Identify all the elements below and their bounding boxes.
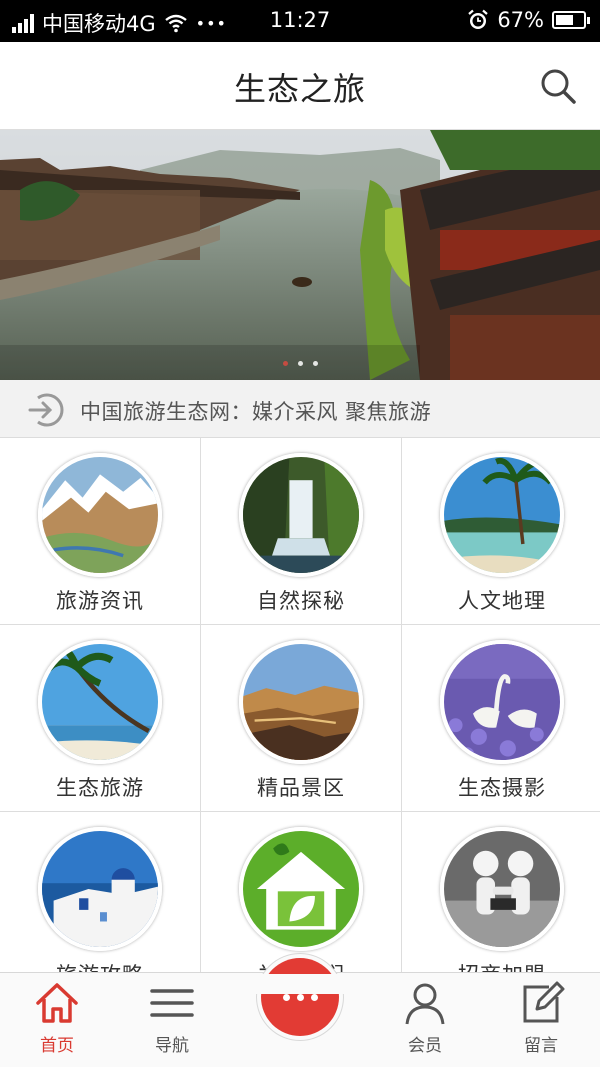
notice-bar[interactable]: 中国旅游生态网：媒介采风 聚焦旅游 [0, 380, 600, 438]
travel-news-thumbnail [38, 453, 162, 577]
grid-item-eco-photography[interactable]: 生态摄影 [402, 625, 600, 811]
tab-label: 导航 [155, 1036, 189, 1056]
grid-item-label: 生态旅游 [56, 776, 144, 800]
tab-message[interactable]: 留言 [486, 979, 596, 1056]
grid-item-eco-tourism[interactable]: 生态旅游 [0, 625, 200, 811]
culture-geography-thumbnail [440, 453, 564, 577]
franchise-thumbnail [440, 827, 564, 951]
grid-item-franchise[interactable]: 招商加盟 [402, 812, 600, 998]
search-icon[interactable] [538, 66, 578, 106]
carousel-dot[interactable] [282, 361, 288, 366]
app-header: 生态之旅 [0, 42, 600, 130]
edit-icon [523, 981, 565, 1023]
travel-guide-thumbnail [38, 827, 162, 951]
banner-carousel[interactable] [0, 130, 600, 380]
banner-image [0, 130, 600, 380]
grid-item-travel-guide[interactable]: 旅游攻略 [0, 812, 200, 998]
grid-item-nature[interactable]: 自然探秘 [201, 438, 401, 624]
grid-item-label: 自然探秘 [257, 589, 345, 613]
user-icon [405, 983, 445, 1025]
category-grid: 旅游资讯 自然探秘 人文地理 生态旅游 精品景区 生态摄影 旅游攻略 [0, 438, 600, 998]
grid-item-label: 人文地理 [458, 589, 546, 613]
battery-icon [552, 11, 590, 29]
battery-percent: 67% [497, 8, 544, 32]
tab-label: 留言 [524, 1036, 558, 1056]
notice-text: 中国旅游生态网：媒介采风 聚焦旅游 [80, 400, 432, 424]
tab-label: 会员 [408, 1036, 442, 1056]
home-icon [36, 983, 78, 1023]
tab-home[interactable]: 首页 [2, 979, 112, 1056]
bottom-tab-bar: 首页 导航 会员 留言 [0, 953, 600, 1067]
tab-label: 首页 [40, 1036, 74, 1056]
grid-item-label: 旅游资讯 [56, 589, 144, 613]
eco-tourism-thumbnail [38, 640, 162, 764]
grid-item-travel-news[interactable]: 旅游资讯 [0, 438, 200, 624]
menu-icon [150, 989, 194, 1017]
tab-member[interactable]: 会员 [370, 979, 480, 1056]
about-us-thumbnail [239, 827, 363, 951]
more-dots-icon [261, 958, 339, 1036]
carousel-dots [0, 361, 600, 366]
nature-thumbnail [239, 453, 363, 577]
page-title: 生态之旅 [233, 70, 366, 108]
grid-item-scenic-spots[interactable]: 精品景区 [201, 625, 401, 811]
tab-navigation[interactable]: 导航 [117, 979, 227, 1056]
grid-item-label: 生态摄影 [458, 776, 546, 800]
alarm-icon [468, 9, 489, 29]
more-button-mask [250, 974, 350, 994]
carousel-dot[interactable] [297, 361, 303, 366]
grid-item-culture-geography[interactable]: 人文地理 [402, 438, 600, 624]
scenic-spots-thumbnail [239, 640, 363, 764]
more-button[interactable] [256, 953, 344, 1041]
eco-photography-thumbnail [440, 640, 564, 764]
carousel-dot[interactable] [312, 361, 318, 366]
status-bar: 中国移动4G ••• 11:27 67% [0, 0, 600, 42]
sign-in-arrow-icon [28, 393, 64, 427]
grid-item-label: 精品景区 [257, 776, 345, 800]
